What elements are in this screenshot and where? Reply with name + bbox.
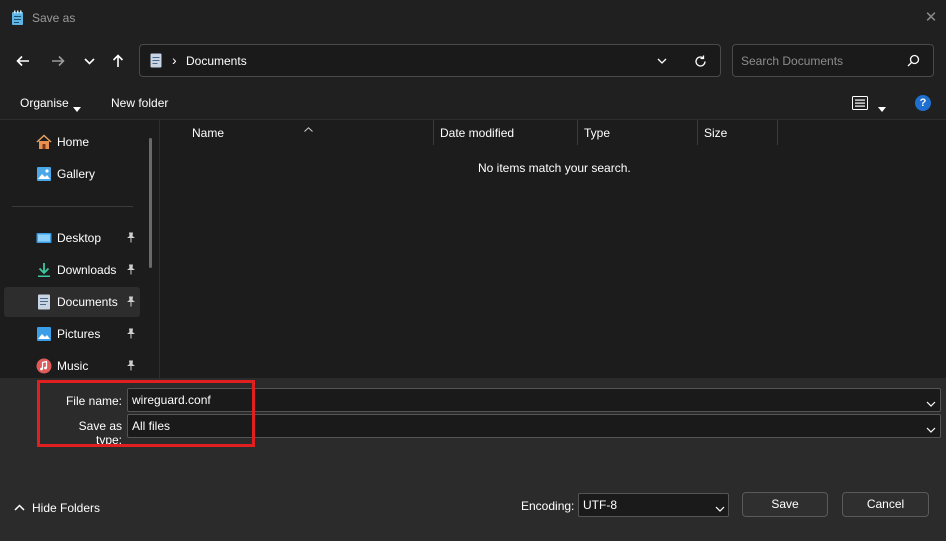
save-button[interactable]: Save xyxy=(742,492,828,517)
pictures-icon xyxy=(36,326,52,342)
sidebar-item-label: Gallery xyxy=(57,167,96,181)
cancel-button[interactable]: Cancel xyxy=(842,492,929,517)
column-divider[interactable] xyxy=(577,120,578,145)
search-placeholder: Search Documents xyxy=(741,54,844,68)
sidebar-divider xyxy=(12,206,133,207)
caret-down-icon[interactable] xyxy=(73,101,81,115)
chevron-down-icon xyxy=(657,58,667,64)
documents-icon xyxy=(36,294,52,310)
address-bar[interactable]: › Documents xyxy=(139,44,721,77)
documents-icon xyxy=(150,53,162,71)
command-bar: Organise New folder ? xyxy=(0,86,946,120)
forward-button[interactable] xyxy=(46,49,70,73)
column-header-type[interactable]: Type xyxy=(584,126,610,140)
file-list: Name Date modified Type Size No items ma… xyxy=(161,120,946,378)
notepad-icon xyxy=(11,10,24,29)
up-button[interactable] xyxy=(106,49,130,73)
encoding-value[interactable]: UTF-8 xyxy=(583,498,617,512)
encoding-select[interactable]: UTF-8 xyxy=(578,493,729,517)
sidebar-item-documents[interactable]: Documents xyxy=(4,287,140,317)
chevron-down-icon xyxy=(83,57,95,65)
pin-icon[interactable] xyxy=(126,360,136,374)
column-header-date-modified[interactable]: Date modified xyxy=(440,126,514,140)
close-button[interactable]: ✕ xyxy=(918,6,944,30)
arrow-up-icon xyxy=(112,54,124,67)
view-options-icon[interactable] xyxy=(852,96,868,113)
refresh-button[interactable] xyxy=(691,53,709,69)
sidebar-item-downloads[interactable]: Downloads xyxy=(4,255,140,285)
pin-icon[interactable] xyxy=(126,264,136,278)
column-divider[interactable] xyxy=(697,120,698,145)
breadcrumb-current-folder[interactable]: Documents xyxy=(186,54,247,68)
caret-down-icon[interactable] xyxy=(878,101,886,115)
back-button[interactable] xyxy=(11,49,35,73)
arrow-left-icon xyxy=(16,55,29,67)
search-input[interactable]: Search Documents xyxy=(732,44,934,77)
search-icon[interactable] xyxy=(907,54,920,70)
navigation-pane: Home Gallery Desktop Downloads Documents xyxy=(0,120,160,378)
navigation-bar: › Documents Search Documents xyxy=(0,36,946,86)
music-icon xyxy=(36,358,52,374)
empty-list-message: No items match your search. xyxy=(478,161,631,175)
new-folder-button[interactable]: New folder xyxy=(111,96,168,110)
encoding-label: Encoding: xyxy=(521,499,575,513)
sidebar-item-label: Documents xyxy=(57,295,118,309)
chevron-down-icon[interactable] xyxy=(926,396,936,410)
window-title: Save as xyxy=(32,11,76,25)
sidebar-item-home[interactable]: Home xyxy=(4,127,140,157)
sidebar-item-pictures[interactable]: Pictures xyxy=(4,319,140,349)
chevron-down-icon[interactable] xyxy=(715,501,725,515)
sidebar-item-music[interactable]: Music xyxy=(4,351,140,381)
hide-folders-button[interactable]: Hide Folders xyxy=(32,501,100,515)
pin-icon[interactable] xyxy=(126,328,136,342)
organise-button[interactable]: Organise xyxy=(20,96,69,110)
desktop-icon xyxy=(36,230,52,246)
refresh-icon xyxy=(694,55,706,67)
title-bar: Save as ✕ xyxy=(0,0,946,36)
sidebar-item-label: Pictures xyxy=(57,327,101,341)
sidebar-scrollbar[interactable] xyxy=(149,138,152,268)
chevron-up-icon[interactable] xyxy=(14,500,25,514)
sidebar-item-gallery[interactable]: Gallery xyxy=(4,159,140,189)
column-divider[interactable] xyxy=(777,120,778,145)
pin-icon[interactable] xyxy=(126,232,136,246)
address-history-button[interactable] xyxy=(654,54,670,68)
pin-icon[interactable] xyxy=(126,296,136,310)
save-options-panel: File name: wireguard.conf Save as type: … xyxy=(0,378,946,541)
chevron-down-icon[interactable] xyxy=(926,422,936,436)
help-icon[interactable]: ? xyxy=(915,95,931,111)
column-header-size[interactable]: Size xyxy=(704,126,727,140)
sort-ascending-icon xyxy=(304,121,313,135)
recent-locations-button[interactable] xyxy=(77,49,101,73)
highlight-annotation xyxy=(37,380,255,447)
sidebar-item-label: Home xyxy=(57,135,90,149)
gallery-icon xyxy=(36,166,52,182)
sidebar-item-label: Music xyxy=(57,359,89,373)
sidebar-item-label: Desktop xyxy=(57,231,102,245)
arrow-right-icon xyxy=(52,55,65,67)
home-icon xyxy=(36,134,52,150)
column-divider[interactable] xyxy=(433,120,434,145)
breadcrumb-separator[interactable]: › xyxy=(172,52,177,68)
column-header-name[interactable]: Name xyxy=(192,126,224,140)
downloads-icon xyxy=(36,262,52,278)
sidebar-item-desktop[interactable]: Desktop xyxy=(4,223,140,253)
sidebar-item-label: Downloads xyxy=(57,263,117,277)
